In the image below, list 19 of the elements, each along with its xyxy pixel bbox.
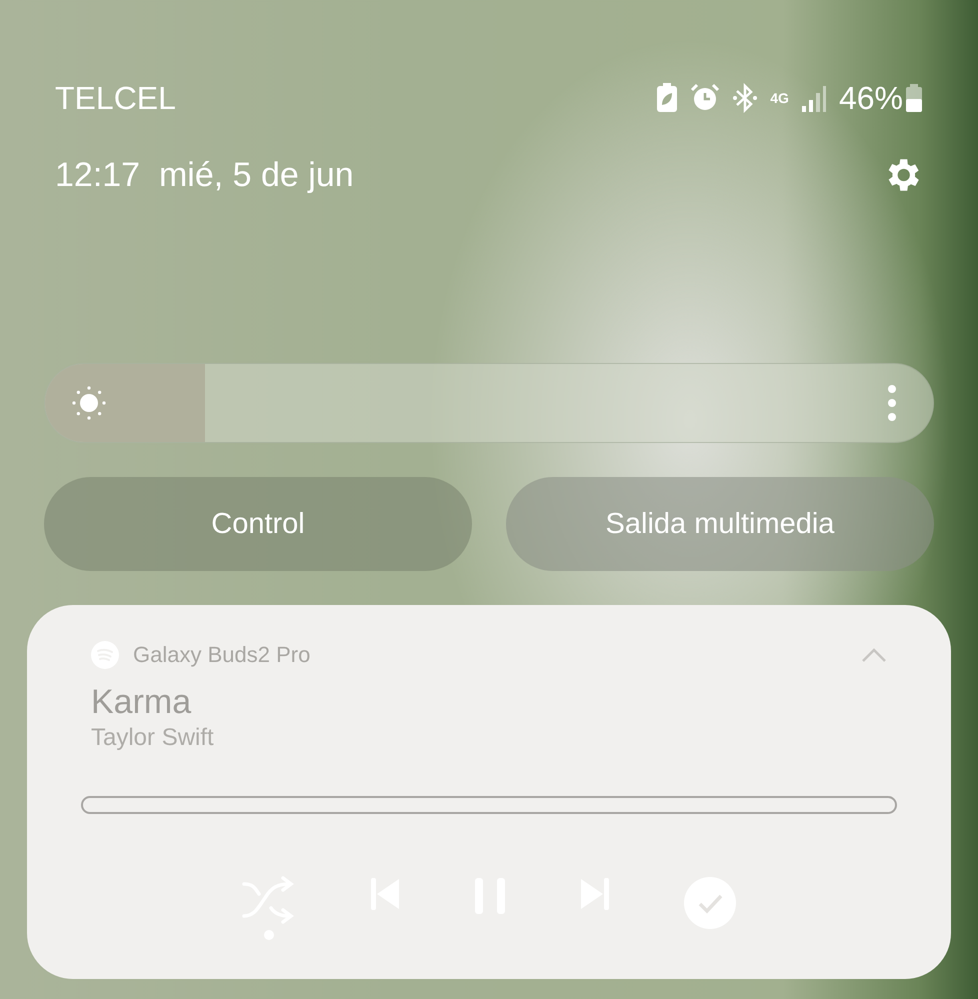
artist-name: Taylor Swift bbox=[91, 724, 214, 752]
more-options-icon[interactable] bbox=[887, 384, 897, 422]
battery-percent: 46% bbox=[838, 80, 903, 116]
bluetooth-icon bbox=[732, 83, 758, 113]
alarm-icon bbox=[690, 83, 720, 113]
chevron-icon[interactable] bbox=[861, 647, 887, 663]
sun-icon bbox=[71, 385, 107, 421]
quick-button[interactable]: Control bbox=[44, 477, 472, 571]
progress-track[interactable] bbox=[81, 796, 897, 814]
network-type: 4G bbox=[770, 91, 789, 105]
output-device: Galaxy Buds2 Pro bbox=[133, 642, 312, 668]
song-title: Karma bbox=[91, 683, 192, 722]
check-button[interactable] bbox=[683, 876, 737, 930]
signal-icon bbox=[800, 84, 827, 112]
battery-icon bbox=[905, 84, 923, 112]
battery-leaf-icon bbox=[656, 83, 678, 113]
carrier-name: TELCEL bbox=[55, 80, 176, 116]
time-date: 12:17 mié, 5 de jun bbox=[55, 156, 354, 194]
quick-button[interactable]: Salida multimedia bbox=[506, 477, 934, 571]
